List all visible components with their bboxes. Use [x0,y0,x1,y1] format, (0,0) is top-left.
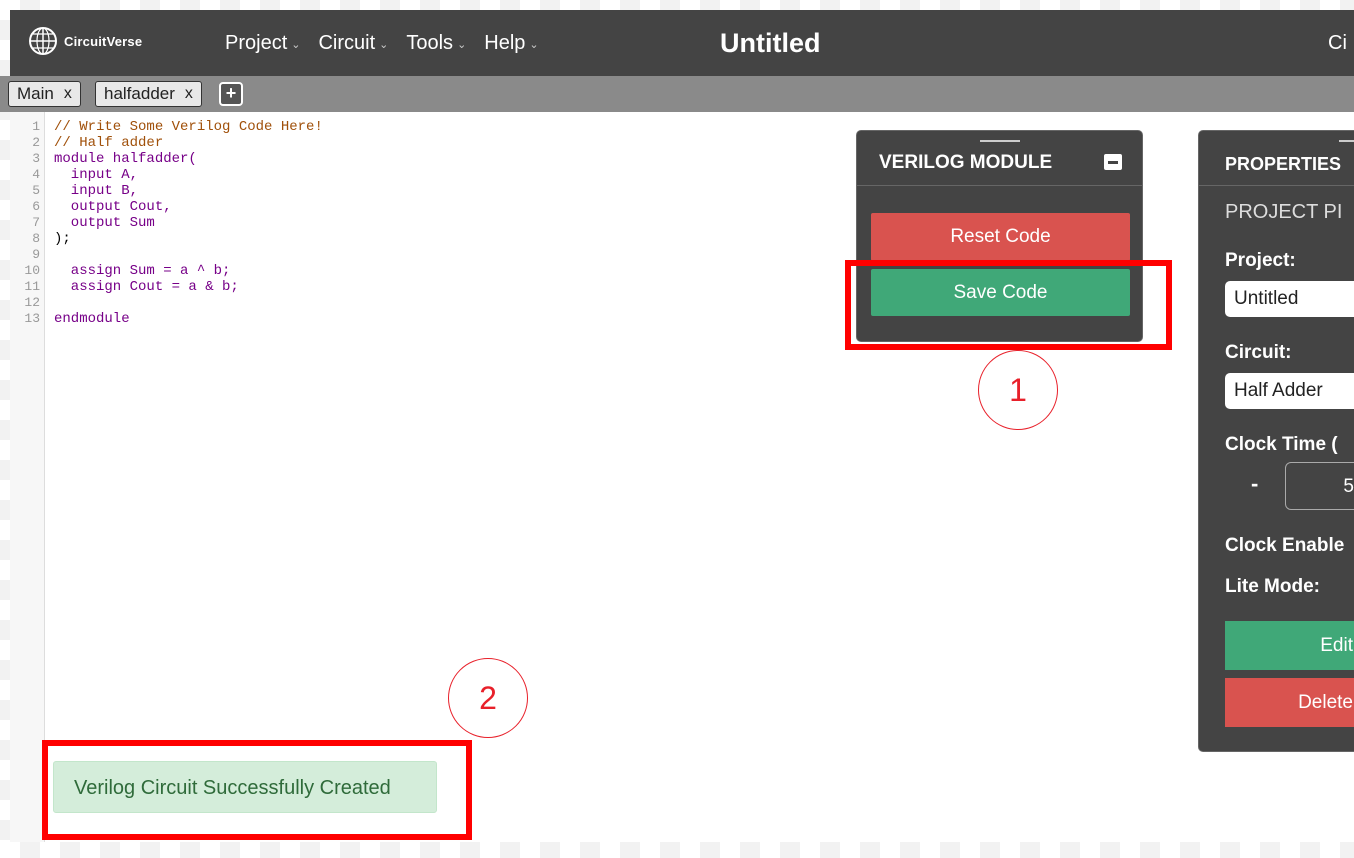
line-number: 10 [24,263,40,278]
highlight-box-toast [42,740,472,840]
code-line[interactable]: output Cout, [54,199,323,215]
line-number: 1 [32,119,40,134]
code-line[interactable]: endmodule [54,311,323,327]
menu-tools[interactable]: Tools ⌄ [406,32,466,55]
project-name-input[interactable]: Untitled [1225,281,1354,317]
circuit-name-input[interactable]: Half Adder [1225,373,1354,409]
clock-time-label: Clock Time ( [1225,434,1338,455]
chevron-down-icon: ⌄ [291,39,301,51]
code-line[interactable]: input A, [54,167,323,183]
project-label: Project: [1225,250,1296,271]
line-number: 4 [32,167,40,182]
logo-text: CircuitVerse [64,33,143,49]
menu-project[interactable]: Project ⌄ [225,32,300,55]
panel-header[interactable]: VERILOG MODULE [857,131,1142,186]
drag-handle-icon[interactable] [1339,140,1354,142]
line-number: 11 [24,279,40,294]
code-line[interactable]: input B, [54,183,323,199]
clock-time-input[interactable]: 5 [1285,462,1354,510]
line-number: 7 [32,215,40,230]
code-area[interactable]: // Write Some Verilog Code Here!// Half … [54,119,323,327]
circuit-label: Circuit: [1225,342,1292,363]
menu-project-label: Project [225,32,288,54]
lite-mode-label: Lite Mode: [1225,576,1320,597]
line-number: 8 [32,231,40,246]
code-line[interactable]: output Sum [54,215,323,231]
line-number: 5 [32,183,40,198]
project-title[interactable]: Untitled [720,28,821,59]
line-number: 9 [32,247,40,262]
code-line[interactable] [54,295,323,311]
close-icon[interactable]: x [64,85,72,103]
globe-circuit-icon [29,27,57,55]
panel-header[interactable]: PROPERTIES [1199,131,1354,186]
delete-button[interactable]: Delete [1225,678,1354,727]
line-number: 13 [24,311,40,326]
navbar-right-item[interactable]: Ci [1328,32,1347,55]
code-line[interactable]: assign Cout = a & b; [54,279,323,295]
add-tab-button[interactable]: + [219,82,243,106]
chevron-down-icon: ⌄ [457,39,467,51]
code-line[interactable]: // Half adder [54,135,323,151]
line-number-gutter: 1 2 3 4 5 6 7 8 9 10 11 12 13 [10,112,45,842]
code-line[interactable] [54,247,323,263]
menu-circuit[interactable]: Circuit ⌄ [318,32,388,55]
circuitverse-logo[interactable]: CircuitVerse [28,26,142,56]
clock-decrement-button[interactable]: - [1251,471,1258,497]
panel-subtitle: PROJECT PI [1225,201,1343,223]
reset-code-button[interactable]: Reset Code [871,213,1130,261]
menu-help-label: Help [484,32,526,54]
clock-enable-label: Clock Enable [1225,535,1345,556]
drag-handle-icon[interactable] [980,140,1020,142]
chevron-down-icon: ⌄ [529,39,539,51]
code-line[interactable]: ); [54,231,323,247]
line-number: 3 [32,151,40,166]
menu-help[interactable]: Help ⌄ [484,32,538,55]
menu-circuit-label: Circuit [318,32,376,54]
highlight-box-save-code [845,260,1172,350]
code-line[interactable]: assign Sum = a ^ b; [54,263,323,279]
line-number: 12 [24,295,40,310]
code-line[interactable]: module halfadder( [54,151,323,167]
tab-halfadder[interactable]: halfadder x [95,81,202,107]
callout-1: 1 [978,350,1058,430]
menu-tools-label: Tools [406,32,454,54]
panel-title: PROPERTIES [1225,154,1342,174]
top-navbar: CircuitVerse Project ⌄ Circuit ⌄ Tools ⌄… [10,10,1354,76]
tab-main-label: Main [17,84,54,103]
verilog-code-editor[interactable]: 1 2 3 4 5 6 7 8 9 10 11 12 13 // Write Some Verilog … [10,112,1354,842]
tab-halfadder-label: halfadder [104,84,175,103]
chevron-down-icon: ⌄ [379,39,389,51]
main-menu: Project ⌄ Circuit ⌄ Tools ⌄ Help ⌄ [225,32,539,55]
close-icon[interactable]: x [185,85,193,103]
circuit-tab-bar: Main x halfadder x + [0,76,1354,112]
minimize-icon[interactable] [1104,154,1122,170]
line-number: 6 [32,199,40,214]
properties-panel: PROPERTIES PROJECT PI Project: Untitled … [1199,131,1354,751]
panel-title: VERILOG MODULE [879,152,1053,173]
tab-main[interactable]: Main x [8,81,81,107]
code-line[interactable]: // Write Some Verilog Code Here! [54,119,323,135]
edit-button[interactable]: Edit [1225,621,1354,670]
callout-2: 2 [448,658,528,738]
line-number: 2 [32,135,40,150]
